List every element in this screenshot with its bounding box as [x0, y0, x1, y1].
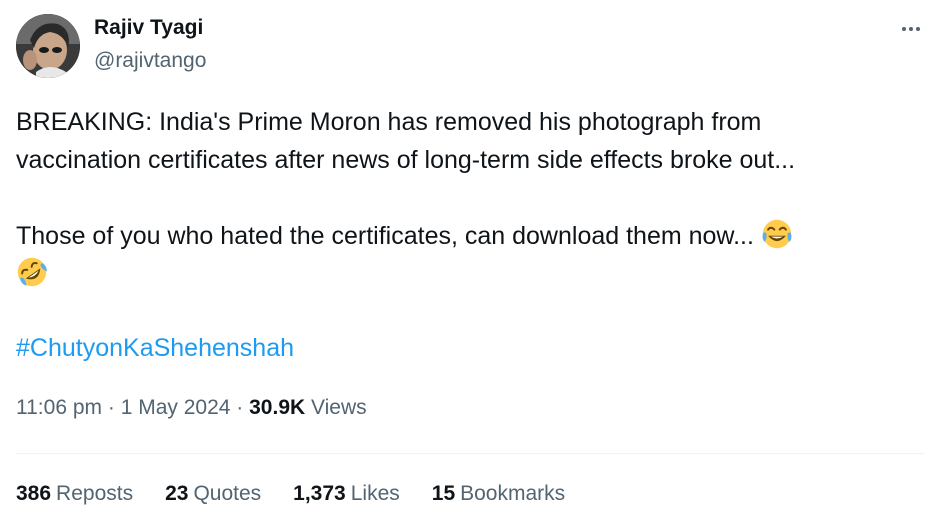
- likes-stat[interactable]: 1,373 Likes: [293, 482, 400, 506]
- divider: [16, 453, 924, 454]
- bookmarks-label: Bookmarks: [460, 482, 566, 505]
- tweet-text-line: vaccination certificates after news of l…: [16, 146, 796, 174]
- tweet-text-line: BREAKING: India's Prime Moron has remove…: [16, 108, 762, 136]
- rolling-on-the-floor-laughing-icon: [16, 256, 48, 288]
- quotes-stat[interactable]: 23 Quotes: [165, 482, 261, 506]
- tweet-timestamp[interactable]: 11:06 pm · 1 May 2024: [16, 396, 230, 419]
- author-display-name[interactable]: Rajiv Tyagi: [94, 16, 203, 40]
- views-count: 30.9K: [249, 396, 306, 419]
- meta-separator: ·: [236, 396, 244, 419]
- dot-icon: [916, 27, 920, 31]
- engagement-stats: 386 Reposts 23 Quotes 1,373 Likes 15 Bookmar…: [16, 482, 597, 506]
- bookmarks-stat[interactable]: 15 Bookmarks: [432, 482, 565, 506]
- avatar[interactable]: [16, 14, 80, 78]
- face-with-tears-of-joy-icon: [761, 218, 793, 250]
- likes-label: Likes: [350, 482, 400, 505]
- quotes-label: Quotes: [193, 482, 262, 505]
- dot-icon: [909, 27, 913, 31]
- tweet-text-line: [16, 255, 916, 293]
- tweet-text-segment: Those of you who hated the certificates,…: [16, 222, 754, 250]
- hashtag-link[interactable]: #ChutyonKaShehenshah: [16, 334, 294, 363]
- reposts-count: 386: [16, 482, 52, 505]
- likes-count: 1,373: [293, 482, 346, 505]
- avatar-photo: [16, 14, 80, 78]
- views-label: Views: [311, 396, 367, 419]
- tweet-date: 1 May 2024: [120, 396, 231, 419]
- tweet-meta: 11:06 pm · 1 May 2024 · 30.9K Views: [16, 396, 367, 420]
- tweet-time: 11:06 pm: [16, 396, 102, 419]
- reposts-stat[interactable]: 386 Reposts: [16, 482, 133, 506]
- reposts-label: Reposts: [56, 482, 134, 505]
- dot-icon: [902, 27, 906, 31]
- author-handle[interactable]: @rajivtango: [94, 49, 206, 73]
- tweet-text: BREAKING: India's Prime Moron has remove…: [16, 103, 916, 293]
- more-options-button[interactable]: [896, 14, 926, 44]
- quotes-count: 23: [165, 482, 189, 505]
- tweet-text-line: Those of you who hated the certificates,…: [16, 217, 916, 255]
- meta-separator: ·: [107, 396, 115, 419]
- bookmarks-count: 15: [431, 482, 456, 505]
